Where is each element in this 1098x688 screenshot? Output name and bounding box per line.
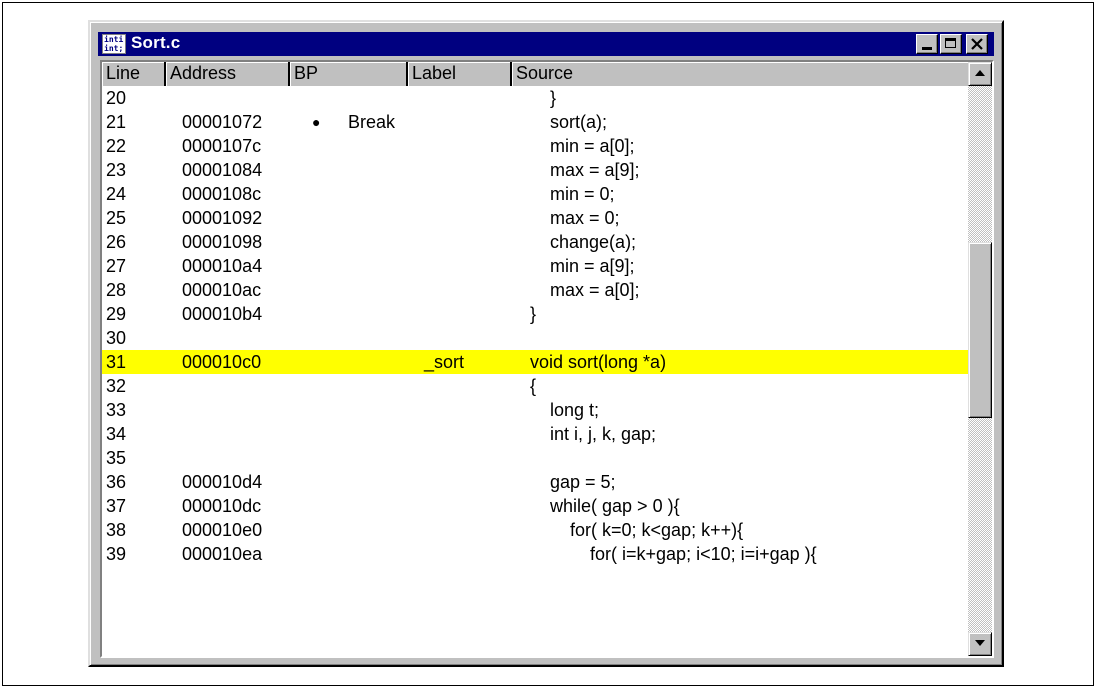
source-code-cell: void sort(long *a) bbox=[530, 352, 667, 372]
address-cell: 0000107c bbox=[182, 136, 262, 156]
source-line-row[interactable]: 31 000010c0 _sort void sort(long *a) bbox=[102, 350, 968, 374]
address-cell: 000010a4 bbox=[182, 256, 263, 276]
line-number: 29 bbox=[106, 304, 127, 324]
source-line-row[interactable]: 39 000010ea for( i=k+gap; i<10; i=i+gap )… bbox=[102, 542, 968, 566]
column-header: Line Address BP Label Source bbox=[102, 62, 968, 86]
source-code-cell: min = 0; bbox=[530, 184, 615, 204]
maximize-icon bbox=[945, 38, 956, 48]
arrow-up-icon bbox=[975, 70, 985, 76]
source-code-cell: } bbox=[530, 304, 537, 324]
line-number: 31 bbox=[106, 352, 127, 372]
source-code-cell: max = a[0]; bbox=[530, 280, 640, 300]
column-header-label[interactable]: Label bbox=[408, 62, 512, 86]
address-cell: 000010ac bbox=[182, 280, 262, 300]
source-line-row[interactable]: 20 } bbox=[102, 86, 968, 110]
source-code-cell: sort(a); bbox=[530, 112, 608, 132]
source-code-cell: { bbox=[530, 376, 537, 396]
close-button[interactable] bbox=[966, 34, 988, 54]
line-number: 33 bbox=[106, 400, 127, 420]
address-cell: 0000108c bbox=[182, 184, 262, 204]
source-code-cell: } bbox=[530, 88, 557, 108]
column-header-source[interactable]: Source bbox=[512, 62, 968, 86]
source-line-row[interactable]: 30 bbox=[102, 326, 968, 350]
line-number: 36 bbox=[106, 472, 127, 492]
address-cell: 00001092 bbox=[182, 208, 263, 228]
source-line-row[interactable]: 38 000010e0 for( k=0; k<gap; k++){ bbox=[102, 518, 968, 542]
source-line-row[interactable]: 21 00001072 ● Break sort(a); bbox=[102, 110, 968, 134]
title-bar[interactable]: inti int; Sort.c bbox=[98, 32, 994, 56]
source-line-row[interactable]: 24 0000108c min = 0; bbox=[102, 182, 968, 206]
scroll-up-button[interactable] bbox=[968, 62, 992, 86]
source-code-cell: for( k=0; k<gap; k++){ bbox=[530, 520, 744, 540]
breakpoint-cell: Break bbox=[348, 112, 396, 132]
line-number: 25 bbox=[106, 208, 127, 228]
line-number: 35 bbox=[106, 448, 127, 468]
minimize-icon bbox=[922, 47, 932, 50]
source-view: Line Address BP Label Source 20 } 21 00001… bbox=[100, 60, 994, 658]
line-number: 27 bbox=[106, 256, 127, 276]
line-number: 23 bbox=[106, 160, 127, 180]
address-cell: 000010c0 bbox=[182, 352, 262, 372]
scroll-down-button[interactable] bbox=[968, 632, 992, 656]
scrollbar-thumb[interactable] bbox=[968, 242, 992, 418]
source-code-cell: long t; bbox=[530, 400, 600, 420]
source-code-cell: gap = 5; bbox=[530, 472, 616, 492]
source-line-row[interactable]: 33 long t; bbox=[102, 398, 968, 422]
source-code-cell: int i, j, k, gap; bbox=[530, 424, 657, 444]
source-line-row[interactable]: 29 000010b4} bbox=[102, 302, 968, 326]
source-code-cell: max = a[9]; bbox=[530, 160, 640, 180]
vertical-scrollbar[interactable] bbox=[968, 62, 992, 656]
source-code-cell: min = a[9]; bbox=[530, 256, 635, 276]
source-line-row[interactable]: 26 00001098 change(a); bbox=[102, 230, 968, 254]
line-number: 22 bbox=[106, 136, 127, 156]
line-number: 24 bbox=[106, 184, 127, 204]
source-line-row[interactable]: 36 000010d4 gap = 5; bbox=[102, 470, 968, 494]
line-number: 37 bbox=[106, 496, 127, 516]
source-line-row[interactable]: 32 { bbox=[102, 374, 968, 398]
close-icon bbox=[971, 38, 983, 50]
label-cell: _sort bbox=[424, 352, 465, 372]
window-title: Sort.c bbox=[131, 33, 181, 52]
source-line-row[interactable]: 25 00001092 max = 0; bbox=[102, 206, 968, 230]
source-code-cell: for( i=k+gap; i<10; i=i+gap ){ bbox=[530, 544, 817, 564]
source-line-row[interactable]: 35 bbox=[102, 446, 968, 470]
source-line-row[interactable]: 22 0000107c min = a[0]; bbox=[102, 134, 968, 158]
line-number: 21 bbox=[106, 112, 127, 132]
address-cell: 000010dc bbox=[182, 496, 262, 516]
line-number: 26 bbox=[106, 232, 127, 252]
source-code-cell: max = 0; bbox=[530, 208, 620, 228]
source-window: inti int; Sort.c Line Address BP Label S… bbox=[88, 20, 1004, 667]
maximize-button[interactable] bbox=[940, 34, 962, 54]
line-number: 20 bbox=[106, 88, 127, 108]
line-number: 34 bbox=[106, 424, 127, 444]
address-cell: 00001098 bbox=[182, 232, 263, 252]
source-line-row[interactable]: 28 000010ac max = a[0]; bbox=[102, 278, 968, 302]
source-line-row[interactable]: 34 int i, j, k, gap; bbox=[102, 422, 968, 446]
source-code-cell: while( gap > 0 ){ bbox=[530, 496, 680, 516]
address-cell: 000010b4 bbox=[182, 304, 263, 324]
source-code-cell: change(a); bbox=[530, 232, 637, 252]
column-header-bp[interactable]: BP bbox=[290, 62, 408, 86]
address-cell: 000010ea bbox=[182, 544, 263, 564]
address-cell: 00001084 bbox=[182, 160, 263, 180]
column-header-address[interactable]: Address bbox=[166, 62, 290, 86]
source-line-row[interactable]: 37 000010dc while( gap > 0 ){ bbox=[102, 494, 968, 518]
breakpoint-dot-icon: ● bbox=[312, 114, 321, 130]
line-number: 39 bbox=[106, 544, 127, 564]
line-number: 32 bbox=[106, 376, 127, 396]
line-number: 28 bbox=[106, 280, 127, 300]
column-header-line[interactable]: Line bbox=[102, 62, 166, 86]
source-line-row[interactable]: 23 00001084 max = a[9]; bbox=[102, 158, 968, 182]
line-number: 30 bbox=[106, 328, 127, 348]
source-line-row[interactable]: 27 000010a4 min = a[9]; bbox=[102, 254, 968, 278]
address-cell: 000010d4 bbox=[182, 472, 263, 492]
source-code-cell: min = a[0]; bbox=[530, 136, 635, 156]
line-number: 38 bbox=[106, 520, 127, 540]
source-file-icon[interactable]: inti int; bbox=[102, 34, 126, 54]
arrow-down-icon bbox=[975, 640, 985, 646]
source-lines: 20 } 21 00001072 ● Break sort(a); 22 0000107c … bbox=[102, 86, 968, 566]
address-cell: 00001072 bbox=[182, 112, 263, 132]
minimize-button[interactable] bbox=[916, 34, 938, 54]
address-cell: 000010e0 bbox=[182, 520, 263, 540]
